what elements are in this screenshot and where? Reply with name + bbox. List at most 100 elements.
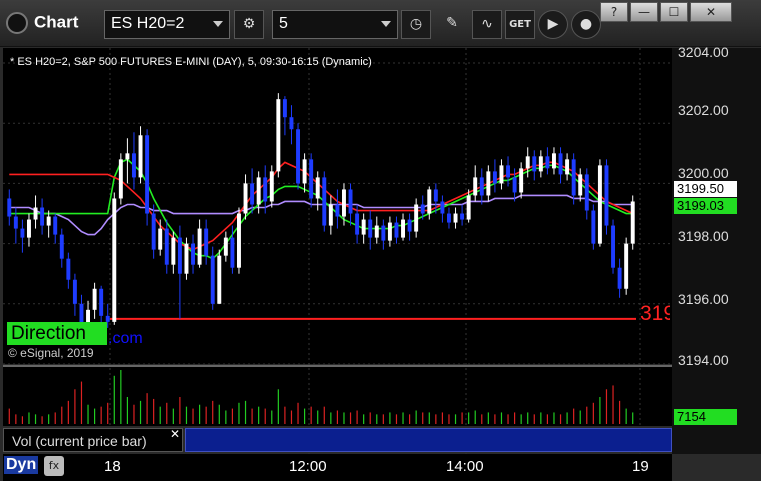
- candle-body: [374, 225, 379, 238]
- candle-body: [420, 204, 425, 214]
- title-bar: Chart ES H20=2 ⚙ 5 ◷ ✎ ∿ GET ▶ ● ? — ☐ ✕: [0, 0, 761, 47]
- chevron-down-icon[interactable]: [213, 21, 223, 27]
- candle-body: [191, 243, 195, 265]
- record-button[interactable]: ●: [571, 10, 601, 39]
- candle-body: [250, 183, 255, 205]
- candle-body: [447, 213, 451, 223]
- candle-body: [217, 255, 222, 304]
- candle-body: [604, 165, 609, 226]
- candle-body: [296, 129, 300, 184]
- time-button[interactable]: ◷: [401, 10, 431, 39]
- candle-body: [611, 225, 615, 268]
- candle-body: [597, 165, 602, 244]
- candle-body: [427, 189, 432, 214]
- candle-body: [479, 177, 484, 196]
- y-tick-label: 3194.00: [678, 352, 729, 368]
- candle-body: [630, 201, 635, 244]
- chevron-down-icon[interactable]: [381, 21, 391, 27]
- candle-body: [506, 165, 510, 178]
- candle-body: [578, 174, 583, 196]
- y-tick-label: 3198.00: [678, 228, 729, 244]
- y-tick-label: 3200.00: [678, 165, 729, 181]
- candle-body: [204, 228, 209, 256]
- symbol-value: ES H20=2: [111, 15, 185, 32]
- candle-body: [92, 288, 97, 310]
- candle-body: [387, 222, 392, 241]
- candle-body: [230, 237, 235, 268]
- candle-body: [132, 153, 136, 178]
- candle-body: [177, 237, 182, 274]
- candle-body: [361, 219, 366, 235]
- candle-body: [145, 135, 150, 214]
- pencil-icon: ✎: [446, 15, 458, 31]
- candle-body: [118, 159, 123, 199]
- price-chart[interactable]: [0, 46, 761, 481]
- x-tick-label: 14:00: [446, 458, 484, 475]
- candle-body: [394, 222, 399, 238]
- candle-body: [558, 153, 563, 175]
- candle-body: [492, 171, 497, 184]
- x-tick-label: 18: [104, 458, 121, 475]
- candle-body: [243, 183, 248, 214]
- candle-body: [440, 201, 445, 214]
- get-icon: GET: [509, 19, 531, 30]
- y-tick-label: 3202.00: [678, 102, 729, 118]
- candle-body: [72, 279, 77, 304]
- app-title: Chart: [6, 12, 78, 34]
- candle-body: [328, 204, 333, 226]
- close-icon[interactable]: ✕: [170, 427, 180, 441]
- candle-body: [289, 117, 294, 130]
- candle-body: [617, 267, 622, 289]
- help-button[interactable]: ?: [600, 2, 628, 22]
- ma-price-tag: 3199.03: [674, 198, 737, 214]
- studies-button[interactable]: ∿: [472, 10, 502, 39]
- minimize-button[interactable]: —: [630, 2, 658, 22]
- candle-body: [565, 159, 570, 175]
- candle-body: [545, 156, 550, 169]
- candle-body: [223, 237, 228, 256]
- copyright: © eSignal, 2019: [8, 346, 94, 360]
- x-tick-label: 19: [632, 458, 649, 475]
- symbol-input[interactable]: ES H20=2: [104, 10, 230, 39]
- dynamic-label[interactable]: Dyn: [4, 456, 39, 474]
- fx-icon[interactable]: fx: [44, 456, 64, 476]
- candle-body: [20, 228, 25, 238]
- candle-body: [158, 228, 163, 250]
- settings-gear-button[interactable]: ⚙: [234, 10, 264, 39]
- volume-study-bar[interactable]: [185, 428, 672, 452]
- last-price-tag: 3199.50: [674, 181, 737, 197]
- candle-body: [584, 174, 589, 211]
- candle-body: [512, 177, 517, 193]
- candle-body: [342, 189, 346, 217]
- candle-body: [624, 243, 629, 289]
- chart-info-line: * ES H20=2, S&P 500 FUTURES E-MINI (DAY)…: [10, 56, 372, 68]
- record-icon: ●: [579, 16, 593, 32]
- close-icon: ✕: [705, 5, 717, 19]
- draw-button[interactable]: ✎: [438, 10, 466, 37]
- y-tick-label: 3196.00: [678, 291, 729, 307]
- minimize-icon: —: [638, 5, 650, 19]
- candle-body: [13, 216, 18, 229]
- candle-body: [40, 207, 45, 226]
- candle-body: [486, 171, 491, 196]
- maximize-button[interactable]: ☐: [660, 2, 688, 22]
- candle-body: [269, 171, 274, 202]
- candle-body: [381, 225, 386, 241]
- volume-study-label[interactable]: Vol (current price bar): [3, 428, 183, 452]
- candle-body: [525, 156, 530, 169]
- candle-body: [171, 237, 176, 265]
- play-button[interactable]: ▶: [538, 10, 568, 39]
- get-button[interactable]: GET: [505, 10, 535, 39]
- candle-body: [309, 159, 314, 199]
- close-button[interactable]: ✕: [690, 2, 732, 22]
- candle-body: [27, 219, 31, 238]
- direction-link[interactable]: .com: [108, 330, 143, 348]
- candle-body: [322, 177, 327, 226]
- candle-body: [138, 135, 143, 178]
- candle-body: [532, 156, 537, 172]
- candle-body: [571, 159, 576, 196]
- candle-body: [433, 189, 438, 202]
- chart-app-icon: [6, 12, 28, 34]
- interval-input[interactable]: 5: [272, 10, 398, 39]
- candle-body: [276, 99, 281, 172]
